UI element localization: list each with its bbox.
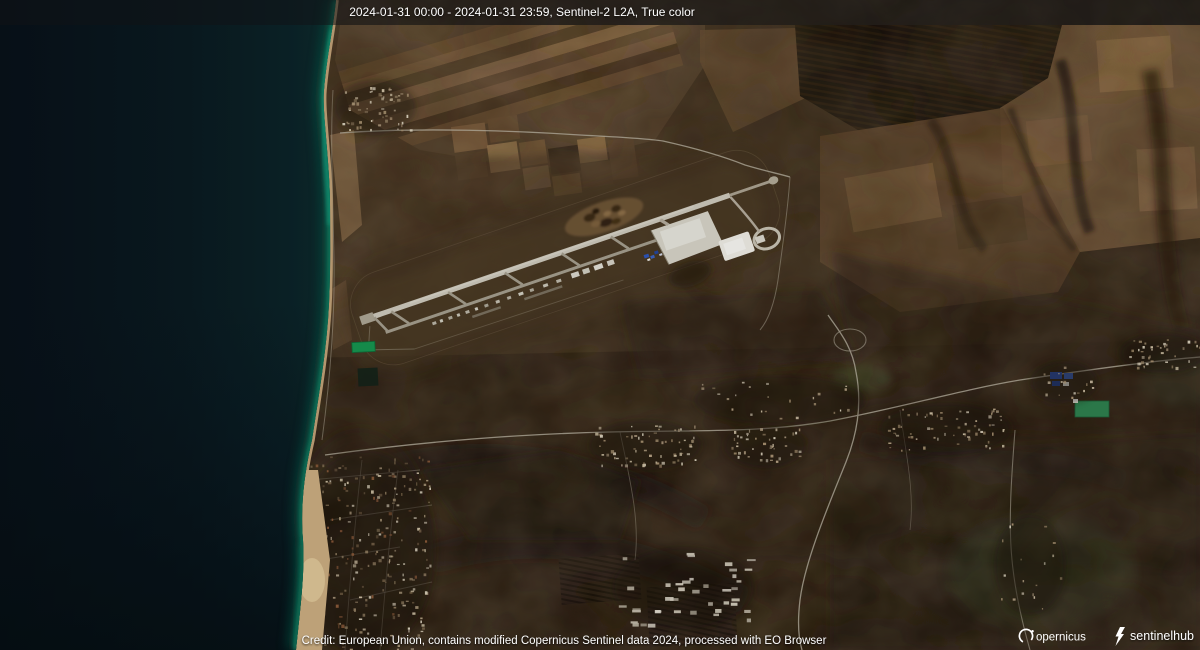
copernicus-c-icon [1017,627,1035,645]
sentinelhub-bolt-icon [1113,627,1126,646]
vignette [0,0,1200,650]
copernicus-logo: opernicus [1017,626,1103,646]
timestamp-bar: 2024-01-31 00:00 - 2024-01-31 23:59, Sen… [0,0,1200,25]
sentinelhub-logo: sentinelhub [1113,627,1194,646]
copernicus-logo-text: opernicus [1036,632,1086,644]
sentinelhub-logo-text: sentinelhub [1130,629,1194,643]
attribution-logos: opernicus sentinelhub [1017,626,1194,646]
eo-browser-viewport: 2024-01-31 00:00 - 2024-01-31 23:59, Sen… [0,0,1200,650]
map-canvas[interactable] [0,0,1200,650]
timestamp-label: 2024-01-31 00:00 - 2024-01-31 23:59, Sen… [349,0,695,25]
credit-label: Credit: European Union, contains modifie… [302,635,827,647]
